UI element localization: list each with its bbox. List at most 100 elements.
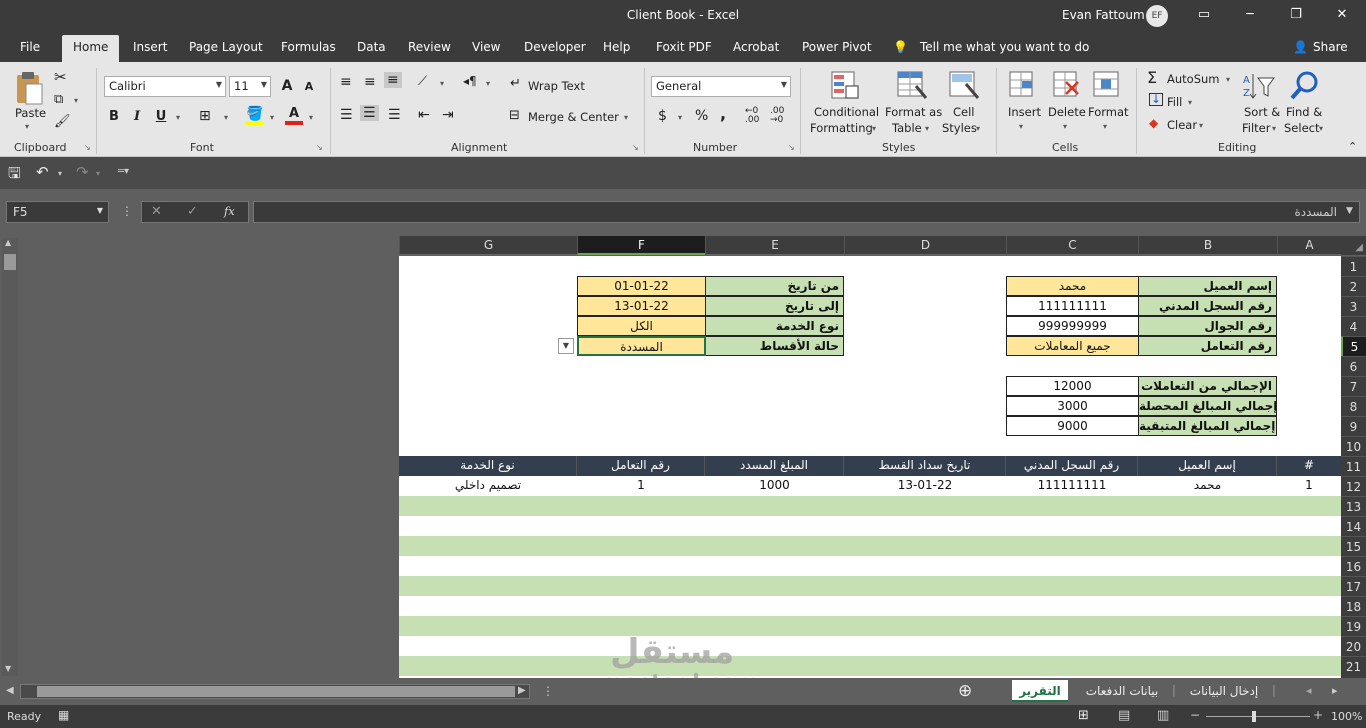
normal-view-icon[interactable]: ⊞ — [1078, 708, 1089, 723]
row-header[interactable]: 17 — [1341, 576, 1366, 596]
rtl-direction-icon[interactable]: ◂¶ — [463, 74, 477, 88]
eraser-icon[interactable]: ◆ — [1149, 116, 1158, 130]
redo-dropdown-icon[interactable]: ▾ — [96, 169, 100, 178]
sheet-tab-report[interactable]: التقرير — [1012, 680, 1068, 702]
paste-label[interactable]: Paste — [15, 106, 46, 120]
conditional-formatting-icon[interactable] — [830, 70, 860, 102]
find-select-label1[interactable]: Find & — [1286, 105, 1322, 119]
cut-icon[interactable]: ✂ — [54, 68, 67, 86]
format-as-table-label1[interactable]: Format as — [885, 105, 942, 119]
tab-foxit-pdf[interactable]: Foxit PDF — [656, 40, 712, 54]
row-header[interactable]: 2 — [1341, 276, 1366, 296]
cell-styles-label1[interactable]: Cell — [953, 105, 975, 119]
expand-formula-icon[interactable]: ▼ — [1346, 206, 1353, 216]
tab-formulas[interactable]: Formulas — [281, 40, 336, 54]
row-header[interactable]: 4 — [1341, 316, 1366, 336]
page-layout-view-icon[interactable]: ▤ — [1118, 708, 1130, 723]
align-center-icon[interactable]: ☰ — [360, 105, 379, 121]
tab-acrobat[interactable]: Acrobat — [733, 40, 779, 54]
autosum-dropdown-icon[interactable]: ▾ — [1226, 75, 1230, 84]
zoom-level[interactable]: 100% — [1331, 710, 1362, 723]
column-header-e[interactable]: E — [705, 236, 844, 255]
number-launcher-icon[interactable]: ↘ — [788, 143, 795, 152]
installment-status-cell[interactable]: المسددة — [577, 336, 706, 356]
increase-decimal-icon[interactable]: ←0.00 — [745, 107, 759, 125]
user-name[interactable]: Evan Fattoum — [1062, 8, 1145, 22]
remaining-cell[interactable]: 9000 — [1006, 416, 1139, 436]
zoom-slider-thumb[interactable] — [1252, 711, 1256, 722]
comma-button[interactable]: , — [720, 104, 726, 123]
table-row-band[interactable] — [399, 576, 1341, 596]
save-icon[interactable]: 🖫 — [8, 163, 21, 188]
service-type-cell[interactable]: الكل — [577, 316, 706, 336]
cell-styles-label2[interactable]: Styles — [942, 121, 977, 135]
sort-filter-icon[interactable]: AZ — [1243, 72, 1277, 102]
autosum-icon[interactable]: Σ — [1147, 68, 1157, 87]
copy-dropdown-icon[interactable]: ▾ — [74, 96, 78, 105]
cell-styles-icon[interactable] — [948, 70, 980, 102]
row-header[interactable]: 16 — [1341, 556, 1366, 576]
tab-help[interactable]: Help — [603, 40, 630, 54]
collected-cell[interactable]: 3000 — [1006, 396, 1139, 416]
tab-data[interactable]: Data — [357, 40, 386, 54]
conditional-formatting-label1[interactable]: Conditional — [814, 105, 879, 119]
client-name-cell[interactable]: محمد — [1006, 276, 1139, 296]
ribbon-display-icon[interactable]: ▭ — [1190, 4, 1218, 26]
find-select-label2[interactable]: Select — [1284, 121, 1319, 135]
increase-indent-icon[interactable]: ⇥ — [442, 107, 454, 123]
macro-record-icon[interactable]: ▦ — [58, 708, 69, 722]
autosum-button[interactable]: AutoSum — [1167, 72, 1220, 86]
redo-icon[interactable]: ↷ — [76, 163, 89, 181]
avatar[interactable]: EF — [1146, 5, 1168, 27]
worksheet-grid[interactable]: إسم العميل محمد رقم السجل المدني 1111111… — [399, 256, 1341, 678]
wrap-text-button[interactable]: Wrap Text — [528, 79, 585, 93]
row-header[interactable]: 6 — [1341, 356, 1366, 376]
row-header[interactable]: 11 — [1341, 456, 1366, 476]
wrap-text-icon[interactable]: ↵ — [510, 76, 521, 91]
align-right-icon[interactable]: ☰ — [388, 107, 401, 123]
customize-qat-icon[interactable]: ═▾ — [118, 166, 129, 177]
row-header[interactable]: 1 — [1341, 256, 1366, 276]
merge-center-icon[interactable]: ⊟ — [509, 108, 520, 123]
row-header[interactable]: 10 — [1341, 436, 1366, 456]
scroll-left-icon[interactable]: ◀ — [6, 685, 14, 696]
insert-cells-icon[interactable] — [1008, 70, 1038, 102]
row-header[interactable]: 13 — [1341, 496, 1366, 516]
decrease-indent-icon[interactable]: ⇤ — [418, 107, 430, 123]
tab-review[interactable]: Review — [408, 40, 451, 54]
enter-icon[interactable]: ✓ — [187, 204, 198, 219]
column-header-a[interactable]: A — [1277, 236, 1341, 255]
direction-dropdown-icon[interactable]: ▾ — [486, 79, 490, 88]
italic-button[interactable]: I — [128, 109, 146, 124]
format-cells-button[interactable]: Format — [1088, 105, 1129, 119]
minimize-icon[interactable]: ─ — [1236, 4, 1264, 26]
format-as-table-icon[interactable] — [896, 70, 928, 102]
row-header[interactable]: 18 — [1341, 596, 1366, 616]
fill-color-dropdown-icon[interactable]: ▾ — [270, 113, 274, 122]
sheet-splitter-icon[interactable]: ⋮ — [542, 684, 554, 698]
vertical-scroll-thumb[interactable] — [4, 254, 16, 270]
sort-filter-label1[interactable]: Sort & — [1244, 105, 1280, 119]
column-header-b[interactable]: B — [1138, 236, 1277, 255]
format-dropdown-icon[interactable]: ▾ — [1103, 122, 1107, 131]
column-header-d[interactable]: D — [844, 236, 1006, 255]
alignment-launcher-icon[interactable]: ↘ — [632, 143, 639, 152]
sort-filter-label2[interactable]: Filter — [1242, 121, 1270, 135]
table-row-band[interactable] — [399, 616, 1341, 636]
middle-align-icon[interactable]: ≡ — [364, 74, 376, 90]
client-mobile-cell[interactable]: 999999999 — [1006, 316, 1139, 336]
fill-color-icon[interactable]: 🪣 — [246, 107, 264, 125]
row-header[interactable]: 12 — [1341, 476, 1366, 496]
copy-icon[interactable]: ⧉ — [54, 92, 63, 107]
row-header[interactable]: 3 — [1341, 296, 1366, 316]
grow-font-button[interactable]: A — [278, 78, 296, 94]
find-select-icon[interactable] — [1289, 70, 1321, 102]
name-box[interactable]: F5 ▼ — [6, 201, 109, 223]
table-row-band[interactable] — [399, 536, 1341, 556]
collapse-ribbon-icon[interactable]: ⌃ — [1348, 140, 1357, 153]
scroll-up-icon[interactable]: ▲ — [5, 238, 11, 247]
conditional-dropdown-icon[interactable]: ▾ — [872, 124, 876, 133]
orientation-dropdown-icon[interactable]: ▾ — [440, 79, 444, 88]
fill-button[interactable]: Fill — [1167, 95, 1182, 109]
insert-cells-button[interactable]: Insert — [1008, 105, 1041, 119]
